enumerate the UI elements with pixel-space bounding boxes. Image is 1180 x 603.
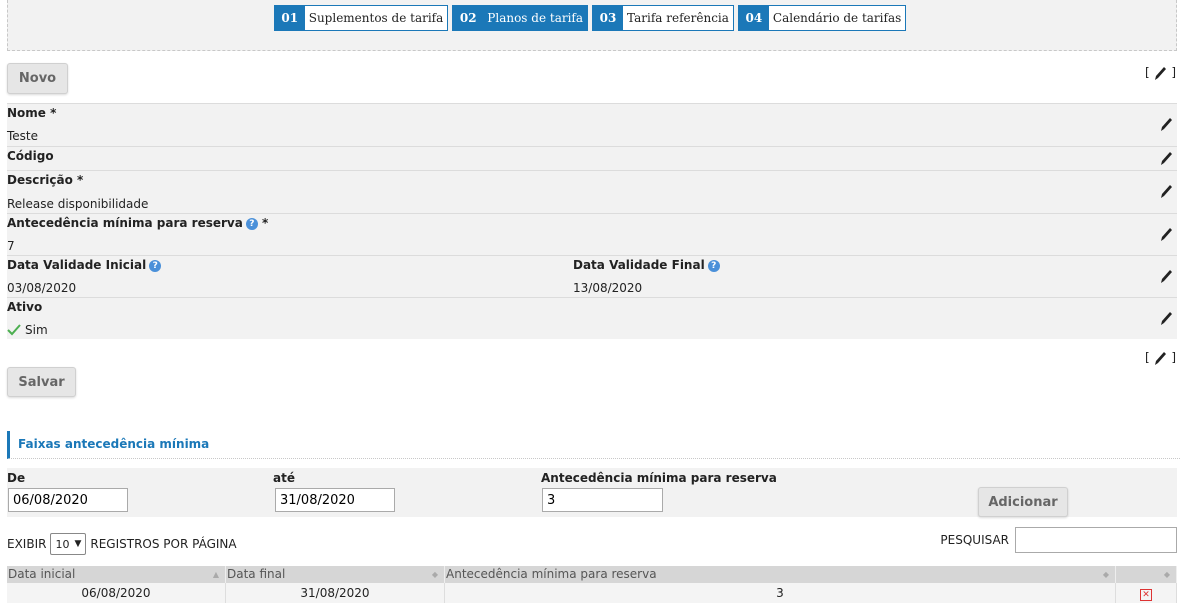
field-label: Nome * (7, 106, 57, 120)
step-number: 01 (274, 6, 305, 30)
search-input[interactable] (1015, 527, 1177, 553)
field-value: Teste (7, 129, 39, 143)
page-size-select[interactable]: 10 ▼ (50, 533, 87, 555)
page-size-value: 10 (55, 537, 70, 551)
show-label: EXIBIR (7, 537, 47, 551)
pencil-icon[interactable] (1159, 116, 1173, 132)
step-number: 04 (738, 6, 769, 30)
column-header[interactable]: Antecedência mínima para reserva ◆ (445, 566, 1116, 583)
cell-data-inicial: 06/08/2020 (7, 583, 226, 603)
edit-all-top[interactable]: [ ] (1145, 65, 1176, 81)
column-header[interactable]: ◆ (1116, 566, 1177, 583)
edit-all-bottom[interactable]: [ ] (1145, 350, 1176, 366)
delete-icon[interactable]: ✕ (1140, 589, 1152, 601)
field-value: 03/08/2020 (7, 281, 77, 295)
field-value: 13/08/2020 (573, 281, 643, 295)
sort-icon: ◆ (431, 570, 438, 579)
step-calendario[interactable]: 04 Calendário de tarifas (737, 5, 907, 31)
field-label: Data Validade Inicial (7, 258, 147, 272)
bracket-close: ] (1171, 350, 1176, 365)
bracket-close: ] (1171, 65, 1176, 80)
required-mark: * (262, 216, 269, 230)
pencil-icon (1155, 67, 1167, 80)
step-label: Suplementos de tarifa (308, 11, 444, 25)
field-datas-validade[interactable]: Data Validade Inicial? 03/08/2020 Data V… (7, 255, 1177, 297)
antecedencia-input[interactable] (542, 488, 663, 512)
step-number: 03 (593, 6, 624, 30)
cell-data-final: 31/08/2020 (226, 583, 445, 603)
section-header: Faixas antecedência mínima (7, 431, 1180, 459)
field-label: Ativo (7, 300, 43, 314)
sort-icon: ▲ (212, 570, 219, 579)
step-number: 02 (453, 6, 484, 30)
table-row: 06/08/2020 31/08/2020 3 ✕ (7, 583, 1177, 603)
search-label: PESQUISAR (940, 533, 1009, 547)
field-label: Código (7, 149, 54, 163)
field-antecedencia[interactable]: Antecedência mínima para reserva? * 7 (7, 213, 1177, 255)
pencil-icon[interactable] (1159, 183, 1173, 199)
save-button[interactable]: Salvar (7, 367, 76, 397)
bracket-open: [ (1144, 350, 1150, 365)
new-button[interactable]: Novo (7, 63, 68, 94)
chevron-down-icon: ▼ (74, 539, 82, 549)
step-label: Tarifa referência (627, 11, 729, 25)
table-toolbar: EXIBIR 10 ▼ REGISTROS POR PÁGINA PESQUISA… (7, 527, 1177, 555)
bracket-open: [ (1144, 65, 1150, 80)
de-input[interactable] (8, 488, 128, 512)
step-suplementos[interactable]: 01 Suplementos de tarifa (273, 5, 449, 31)
step-label: Planos de tarifa (483, 6, 588, 30)
ate-label: até (273, 471, 295, 485)
field-descricao[interactable]: Descrição * Release disponibilidade (7, 170, 1177, 213)
cell-antecedencia: 3 (445, 583, 1116, 603)
pencil-icon[interactable] (1159, 150, 1173, 166)
per-page-label: REGISTROS POR PÁGINA (90, 537, 237, 551)
pencil-icon[interactable] (1159, 310, 1173, 326)
column-header[interactable]: Data inicial ▲ (7, 566, 226, 583)
field-ativo[interactable]: Ativo Sim (7, 297, 1177, 339)
antecedencia-label: Antecedência mínima para reserva (541, 471, 777, 485)
field-value: Sim (25, 323, 48, 337)
step-tarifa-referencia[interactable]: 03 Tarifa referência (592, 5, 734, 31)
ranges-table: Data inicial ▲ Data final ◆ Antecedência m… (7, 566, 1177, 603)
sort-icon: ◆ (1163, 570, 1170, 579)
add-button[interactable]: Adicionar (978, 487, 1068, 517)
ate-input[interactable] (275, 488, 395, 512)
field-value: Release disponibilidade (7, 197, 149, 211)
pencil-icon[interactable] (1159, 226, 1173, 242)
add-range-form: De até Antecedência mínima para reserva … (7, 468, 1177, 517)
de-label: De (7, 471, 26, 485)
step-planos[interactable]: 02 Planos de tarifa (452, 5, 589, 31)
field-value: 7 (7, 239, 15, 253)
step-label: Calendário de tarifas (772, 11, 902, 25)
pencil-icon[interactable] (1159, 268, 1173, 284)
help-icon[interactable]: ? (707, 259, 720, 272)
field-label: Antecedência mínima para reserva (7, 216, 243, 230)
field-label: Data Validade Final (573, 258, 705, 272)
wizard-steps: 01 Suplementos de tarifa 02 Planos de tari… (0, 5, 1180, 31)
help-icon[interactable]: ? (245, 217, 258, 230)
column-header[interactable]: Data final ◆ (226, 566, 445, 583)
section-title: Faixas antecedência mínima (18, 437, 210, 451)
field-label: Descrição * (7, 173, 84, 187)
table-header: Data inicial ▲ Data final ◆ Antecedência m… (7, 566, 1177, 583)
check-icon (7, 324, 21, 336)
plan-form: Nome * Teste Código Descrição * Release … (7, 103, 1177, 339)
field-codigo[interactable]: Código (7, 146, 1177, 170)
sort-icon: ◆ (1102, 570, 1109, 579)
pencil-icon (1155, 352, 1167, 365)
help-icon[interactable]: ? (149, 259, 162, 272)
field-nome[interactable]: Nome * Teste (7, 103, 1177, 146)
